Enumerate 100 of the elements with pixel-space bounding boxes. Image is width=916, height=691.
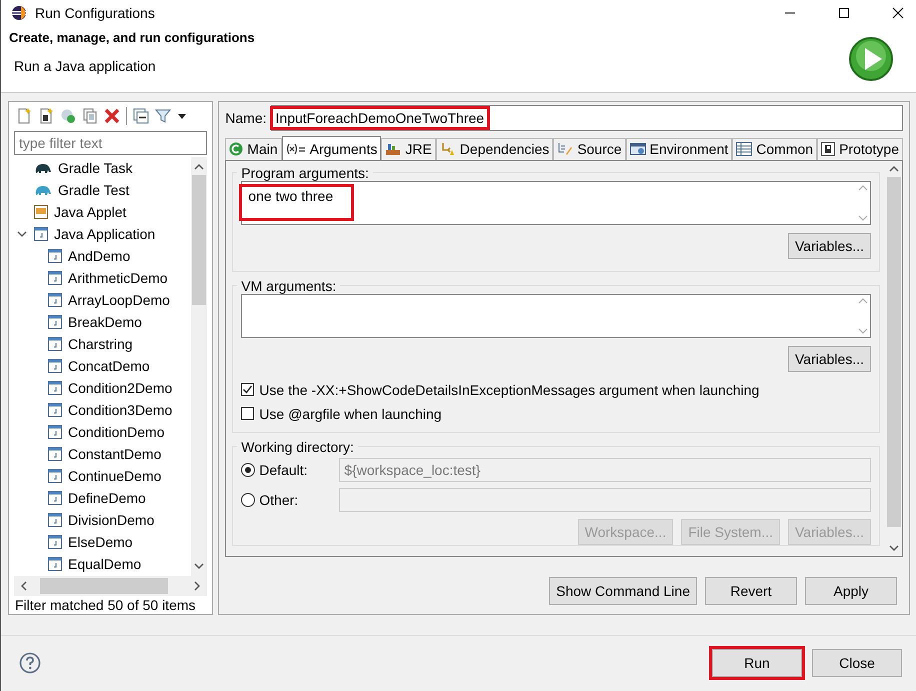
java-app-icon: [48, 248, 62, 263]
close-icon[interactable]: [892, 7, 904, 20]
tree-item[interactable]: Condition2Demo: [14, 376, 192, 399]
java-app-icon: [48, 380, 62, 395]
tab[interactable]: Environment: [626, 138, 732, 160]
name-field[interactable]: InputForeachDemoOneTwoThree: [270, 104, 903, 131]
class-icon: [229, 142, 244, 156]
new-prototype-icon[interactable]: [38, 108, 54, 124]
tab[interactable]: Main: [225, 138, 282, 160]
radio-button[interactable]: [241, 462, 256, 477]
prototype-icon: [821, 142, 836, 156]
tree-item[interactable]: ContinueDemo: [14, 464, 192, 487]
group-label: Program arguments:: [240, 164, 370, 181]
tree-item[interactable]: DivisionDemo: [14, 508, 192, 531]
tab[interactable]: Prototype: [817, 138, 903, 160]
new-configuration-icon[interactable]: [16, 108, 32, 124]
java-app-icon: [48, 270, 62, 285]
tree-item[interactable]: EqualDemo: [14, 552, 192, 575]
scroll-up-icon[interactable]: [194, 162, 204, 171]
delete-icon[interactable]: [104, 108, 120, 124]
dependencies-icon: [440, 142, 456, 156]
duplicate-icon[interactable]: [82, 108, 98, 124]
window-title: Run Configurations: [35, 5, 155, 22]
filter-icon[interactable]: [155, 108, 171, 124]
tree-item[interactable]: ConcatDemo: [14, 354, 192, 377]
checkbox-label: Use the -XX:+ShowCodeDetailsInExceptionMessages argument when launching: [259, 382, 760, 398]
tab[interactable]: JRE: [381, 138, 436, 160]
tree-item[interactable]: ElseDemo: [14, 530, 192, 553]
table-icon: [736, 142, 752, 156]
dialog-button[interactable]: Close: [812, 649, 902, 678]
config-button[interactable]: Revert: [705, 576, 797, 605]
dialog-heading: Create, manage, and run configurations: [9, 30, 256, 46]
scroll-down-icon[interactable]: [194, 562, 204, 570]
java-app-icon: [48, 336, 62, 351]
config-button[interactable]: Show Command Line: [549, 576, 697, 605]
tree-item[interactable]: Java Applet: [14, 200, 192, 223]
java-app-icon: [48, 490, 62, 505]
program-arguments-value: one two three: [242, 186, 352, 218]
radio-label: Other:: [259, 492, 300, 508]
tab[interactable]: Dependencies: [436, 138, 554, 160]
tree-item[interactable]: Gradle Test: [14, 178, 192, 201]
tab[interactable]: Common: [732, 138, 818, 160]
java-app-icon: [48, 534, 62, 549]
config-button[interactable]: Apply: [805, 576, 897, 605]
source-icon: [557, 142, 574, 156]
scroll-up-icon[interactable]: [889, 164, 899, 173]
java-app-icon: [48, 358, 62, 373]
directory-field[interactable]: ${workspace_loc:test}: [339, 458, 871, 482]
tree-item[interactable]: Condition3Demo: [14, 398, 192, 421]
java-app-icon: [48, 314, 62, 329]
export-icon[interactable]: [60, 108, 76, 124]
horizontal-scrollbar[interactable]: [14, 576, 208, 596]
java-app-icon: [48, 292, 62, 307]
scroll-left-icon[interactable]: [20, 580, 28, 591]
tree-item[interactable]: Gradle Task: [14, 156, 192, 179]
checkbox[interactable]: [241, 383, 254, 396]
java-app-icon: [48, 446, 62, 461]
maximize-icon[interactable]: [838, 7, 850, 20]
tree-item[interactable]: DefineDemo: [14, 486, 192, 509]
dialog-subtitle: Run a Java application: [13, 58, 157, 74]
tree-item[interactable]: Charstring: [14, 332, 192, 355]
checkbox-label: Use @argfile when launching: [259, 406, 442, 422]
help-icon[interactable]: [19, 652, 41, 674]
variables-button[interactable]: Variables...: [788, 346, 871, 372]
library-icon: [385, 142, 402, 156]
group-label: Working directory:: [240, 438, 355, 455]
java-app-icon: [34, 226, 48, 241]
tree-item[interactable]: ConditionDemo: [14, 420, 192, 443]
tree-item[interactable]: BreakDemo: [14, 310, 192, 333]
java-app-icon: [48, 424, 62, 439]
tree-item[interactable]: ConstantDemo: [14, 442, 192, 465]
tree-item[interactable]: ArrayLoopDemo: [14, 288, 192, 311]
tab[interactable]: Arguments: [282, 136, 382, 161]
radio-button[interactable]: [241, 492, 256, 507]
tree-item[interactable]: AndDemo: [14, 244, 192, 267]
scrollbar[interactable]: [191, 156, 208, 576]
eclipse-icon: [11, 5, 27, 22]
tree-item[interactable]: ArithmeticDemo: [14, 266, 192, 289]
tab[interactable]: Source: [553, 138, 626, 160]
tree-item[interactable]: Java Application: [14, 222, 192, 245]
run-icon: [848, 36, 894, 82]
group-label: VM arguments:: [240, 278, 338, 294]
scroll-down-icon[interactable]: [889, 544, 899, 552]
radio-label: Default:: [259, 462, 309, 478]
directory-field[interactable]: [339, 488, 871, 512]
filter-status: Filter matched 50 of 50 items: [14, 596, 197, 614]
java-app-icon: [48, 556, 62, 571]
java-app-icon: [48, 468, 62, 483]
checkbox[interactable]: [241, 407, 254, 420]
name-label: Name:: [225, 110, 267, 126]
window-icon: [630, 142, 646, 156]
applet-icon: [34, 204, 48, 219]
arguments-icon: [286, 142, 306, 155]
scroll-right-icon[interactable]: [193, 580, 202, 591]
java-app-icon: [48, 512, 62, 527]
variables-button[interactable]: Variables...: [788, 232, 871, 259]
collapse-all-icon[interactable]: [133, 108, 149, 124]
filter-field[interactable]: type filter text: [14, 130, 208, 155]
java-app-icon: [48, 402, 62, 417]
dialog-button[interactable]: Run: [712, 649, 802, 678]
